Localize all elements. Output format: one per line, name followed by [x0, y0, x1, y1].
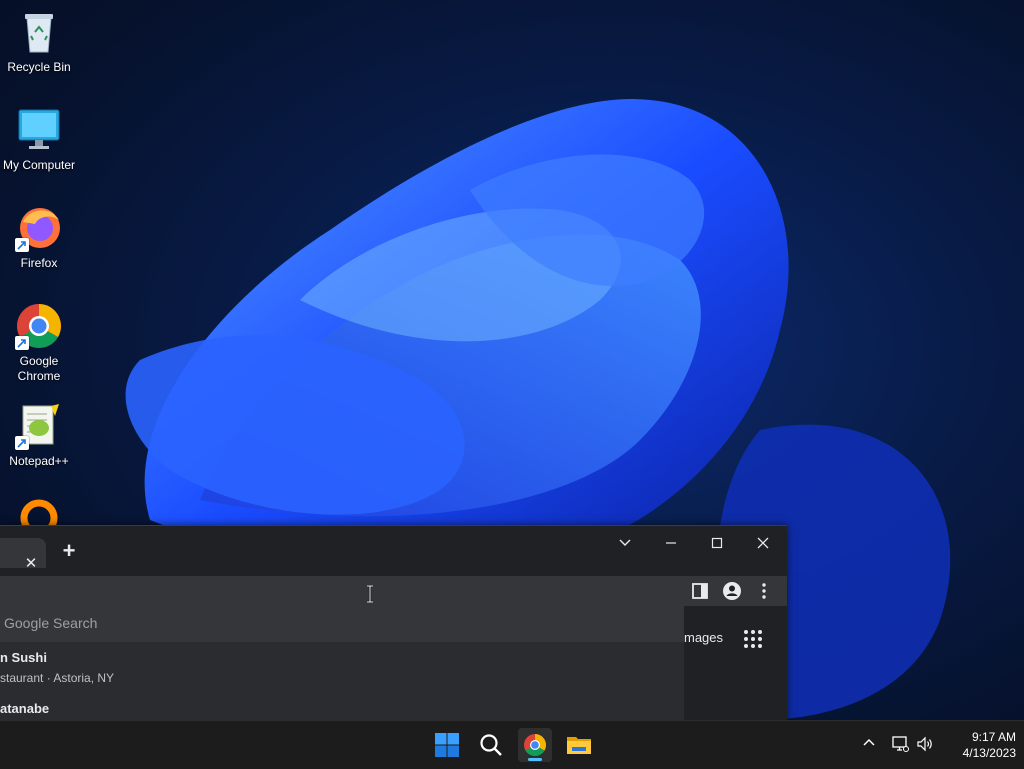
- taskbar: 9:17 AM 4/13/2023: [0, 720, 1024, 769]
- browser-tab[interactable]: ✕: [0, 538, 46, 572]
- suggestion-title[interactable]: atanabe: [0, 701, 49, 716]
- active-app-indicator: [528, 758, 542, 761]
- omnibox-dropdown: Google Search n Sushi staurant · Astoria…: [0, 604, 684, 722]
- desktop-icon-label: Recycle Bin: [7, 60, 71, 74]
- omnibox-input[interactable]: Google Search: [0, 604, 684, 642]
- suggestion-title-text: atanabe: [0, 701, 50, 716]
- text-cursor-icon: [367, 585, 373, 603]
- network-icon: [892, 736, 909, 752]
- desktop-icon-google-chrome[interactable]: Google Chrome: [0, 302, 78, 384]
- network-button[interactable]: [891, 735, 909, 758]
- desktop-icon-notepad-plus-plus[interactable]: Notepad++: [0, 402, 78, 469]
- folder-icon: [567, 737, 591, 754]
- desktop-icon-label: My Computer: [2, 158, 76, 172]
- speaker-icon: [917, 736, 932, 752]
- taskbar-chrome-button[interactable]: [518, 728, 552, 762]
- side-panel-icon: [692, 583, 708, 599]
- images-link[interactable]: mages: [684, 630, 723, 645]
- tab-close-button[interactable]: ✕: [22, 555, 40, 573]
- kebab-menu-icon: [762, 583, 766, 599]
- omnibox-placeholder: Google Search: [4, 615, 98, 631]
- search-icon: [480, 734, 502, 756]
- search-button[interactable]: [474, 728, 508, 762]
- desktop-icon-my-computer[interactable]: My Computer: [0, 106, 78, 173]
- new-tab-button[interactable]: +: [58, 540, 80, 562]
- desktop-icon-recycle-bin[interactable]: Recycle Bin: [0, 8, 78, 75]
- desktop-icon-label: Firefox: [20, 256, 58, 270]
- shortcut-arrow-icon: [15, 238, 29, 252]
- file-explorer-button[interactable]: [562, 728, 596, 762]
- maximize-button[interactable]: [697, 530, 737, 558]
- suggestion-subtitle: staurant · Astoria, NY: [0, 671, 115, 685]
- chevron-up-icon: [863, 738, 875, 746]
- clock-date: 4/13/2023: [962, 746, 1016, 760]
- chevron-down-icon: [619, 539, 631, 546]
- side-panel-button[interactable]: [688, 580, 712, 602]
- chrome-menu-button[interactable]: [752, 580, 776, 602]
- chrome-icon: [15, 302, 63, 350]
- volume-button[interactable]: [916, 735, 934, 758]
- recycle-bin-icon: [15, 8, 63, 56]
- monitor-icon: [15, 106, 63, 154]
- minimize-icon: [666, 542, 676, 544]
- clock-time: 9:17 AM: [971, 730, 1016, 744]
- show-hidden-icons-button[interactable]: [861, 735, 877, 756]
- suggestion-title[interactable]: n Sushi: [0, 650, 47, 665]
- desktop-icon-label: Notepad++: [9, 454, 69, 468]
- minimize-button[interactable]: [651, 530, 691, 558]
- google-apps-button[interactable]: [743, 629, 763, 649]
- apps-grid-icon: [744, 630, 762, 648]
- taskbar-clock[interactable]: 9:17 AM 4/13/2023: [940, 729, 1016, 761]
- desktop-icon-label: Google Chrome: [17, 354, 61, 383]
- shortcut-arrow-icon: [15, 436, 29, 450]
- tab-strip: ✕ +: [0, 526, 787, 576]
- chrome-window[interactable]: ✕ + mages Google Search n Sushi staurant…: [0, 525, 787, 722]
- windows-logo-icon: [435, 733, 459, 757]
- chrome-icon: [524, 734, 546, 756]
- maximize-icon: [711, 537, 723, 549]
- close-window-button[interactable]: [743, 530, 783, 558]
- page-content: [684, 606, 787, 721]
- close-icon: [757, 537, 769, 549]
- shortcut-arrow-icon: [15, 336, 29, 350]
- firefox-icon: [15, 204, 63, 252]
- start-button[interactable]: [430, 728, 464, 762]
- browser-toolbar: [0, 576, 787, 606]
- profile-icon: [723, 582, 741, 600]
- notepad-plus-plus-icon: [15, 402, 63, 450]
- profile-button[interactable]: [720, 580, 744, 602]
- desktop-icon-firefox[interactable]: Firefox: [0, 204, 78, 271]
- tab-search-button[interactable]: [605, 530, 645, 558]
